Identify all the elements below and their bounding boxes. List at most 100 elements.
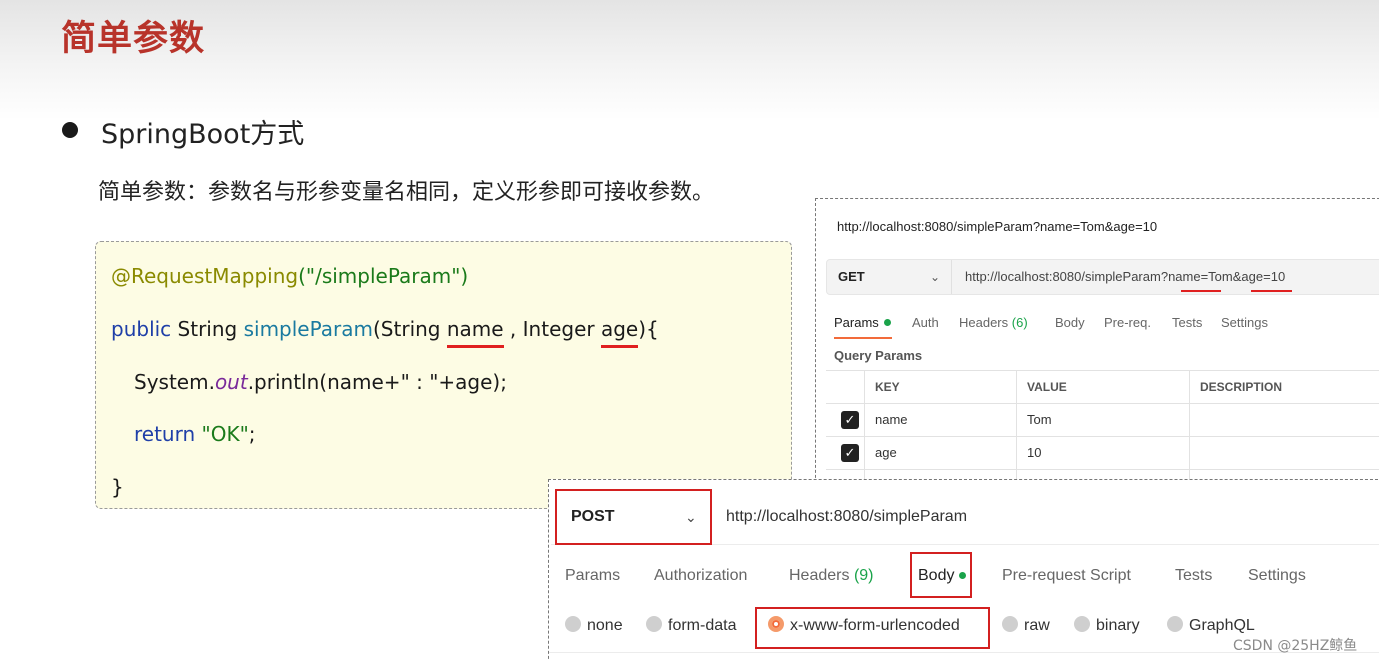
- bullet-dot: [62, 122, 78, 138]
- public-keyword: public: [111, 317, 172, 341]
- method-select[interactable]: POST ⌄: [555, 489, 712, 545]
- urlencoded-highlight: [755, 607, 990, 649]
- radio-circle-icon: [1074, 616, 1090, 632]
- description-text: 简单参数：参数名与形参变量名相同，定义形参即可接收参数。: [98, 180, 715, 205]
- tab-params-label: Params: [834, 315, 879, 330]
- url-age-underline: [1251, 290, 1292, 292]
- radio-label: binary: [1096, 617, 1140, 634]
- out-token: out: [214, 370, 248, 394]
- tab-headers-count: (9): [853, 567, 874, 584]
- tab-prerequest-script[interactable]: Pre-request Script: [1002, 567, 1131, 585]
- radio-label: form-data: [668, 617, 737, 634]
- post-url-row: POST ⌄ http://localhost:8080/simpleParam: [551, 485, 1379, 545]
- get-url-bar: GET ⌄ http://localhost:8080/simpleParam?…: [826, 259, 1379, 295]
- query-params-label: Query Params: [834, 348, 923, 363]
- tab-tests[interactable]: Tests: [1172, 315, 1202, 330]
- table-border: [1189, 370, 1190, 487]
- table-border: [826, 370, 1379, 371]
- table-border: [826, 469, 1379, 470]
- method-label: GET: [838, 269, 865, 284]
- url-name-underline: [1181, 290, 1221, 292]
- radio-circle-icon: [646, 616, 662, 632]
- tab-tests[interactable]: Tests: [1175, 567, 1212, 585]
- code-line-println: System.out.println(name+" : "+age);: [134, 370, 507, 394]
- radio-circle-icon: [1002, 616, 1018, 632]
- tab-settings[interactable]: Settings: [1248, 567, 1306, 585]
- system-token: System.: [134, 370, 215, 394]
- row-checkbox[interactable]: ✓: [841, 411, 859, 429]
- code-line-signature: public String simpleParam(String name , …: [111, 317, 659, 348]
- annotation-token: @RequestMapping: [111, 264, 299, 288]
- table-border: [864, 370, 865, 487]
- url-input[interactable]: http://localhost:8080/simpleParam?name=T…: [965, 260, 1285, 294]
- param-value[interactable]: Tom: [1027, 412, 1052, 427]
- bullet-heading: SpringBoot方式: [101, 119, 305, 150]
- tab-headers-label: Headers: [959, 315, 1009, 330]
- tab-params[interactable]: Params: [834, 315, 891, 330]
- tab-authorization[interactable]: Authorization: [654, 567, 747, 585]
- radio-circle-icon: [1167, 616, 1183, 632]
- method-label: POST: [571, 508, 615, 525]
- url-name-part: name: [1168, 269, 1201, 284]
- radio-binary[interactable]: binary: [1074, 616, 1140, 635]
- radio-label: raw: [1024, 617, 1050, 634]
- radio-label: none: [587, 617, 623, 634]
- active-tab-underline: [834, 337, 892, 339]
- table-border: [826, 403, 1379, 404]
- tab-body[interactable]: Body: [1055, 315, 1085, 330]
- tab-prereq[interactable]: Pre-req.: [1104, 315, 1151, 330]
- chevron-down-icon[interactable]: ⌄: [930, 260, 940, 294]
- active-dot-icon: [883, 319, 891, 326]
- chevron-down-icon: ⌄: [685, 509, 697, 525]
- method-name: simpleParam: [243, 317, 373, 341]
- return-value: "OK": [195, 422, 249, 446]
- url-base: http://localhost:8080/simpleParam?: [965, 269, 1169, 284]
- request-title: http://localhost:8080/simpleParam?name=T…: [837, 219, 1158, 234]
- param-value[interactable]: 10: [1027, 445, 1041, 460]
- println-rest: .println(name+" : "+age);: [247, 370, 507, 394]
- url-age-part: age: [1241, 269, 1264, 284]
- tab-params[interactable]: Params: [565, 567, 620, 585]
- param-age-highlight: age: [600, 317, 639, 348]
- code-line-return: return "OK";: [134, 422, 256, 446]
- radio-graphql[interactable]: GraphQL: [1167, 616, 1255, 635]
- return-keyword: return: [134, 422, 196, 446]
- url-end: =10: [1263, 269, 1286, 284]
- get-request-panel: http://localhost:8080/simpleParam?name=T…: [815, 198, 1379, 488]
- tab-headers-count: (6): [1011, 315, 1028, 330]
- table-border: [1016, 370, 1017, 487]
- signature-close: ){: [638, 317, 659, 341]
- signature-mid: , Integer: [503, 317, 601, 341]
- radio-circle-icon: [565, 616, 581, 632]
- row-checkbox[interactable]: ✓: [841, 444, 859, 462]
- annotation-args: ("/simpleParam"): [298, 264, 469, 288]
- radio-form-data[interactable]: form-data: [646, 616, 736, 635]
- header-band: [0, 0, 1379, 120]
- tab-headers[interactable]: Headers (6): [959, 315, 1028, 330]
- radio-label: GraphQL: [1189, 617, 1255, 634]
- tab-headers[interactable]: Headers (9): [789, 567, 874, 585]
- code-line-close-brace: }: [111, 475, 124, 499]
- tab-settings[interactable]: Settings: [1221, 315, 1268, 330]
- post-request-panel: POST ⌄ http://localhost:8080/simpleParam…: [548, 479, 1379, 660]
- tab-auth[interactable]: Auth: [912, 315, 939, 330]
- signature-open: (String: [373, 317, 447, 341]
- tab-headers-label: Headers: [789, 567, 850, 584]
- return-type: String: [171, 317, 244, 341]
- watermark: CSDN @25HZ鲸鱼: [1233, 638, 1358, 654]
- slide-title: 简单参数: [61, 19, 206, 59]
- url-input[interactable]: http://localhost:8080/simpleParam: [726, 485, 967, 549]
- param-name-highlight: name: [446, 317, 504, 348]
- column-header-value: VALUE: [1027, 380, 1067, 394]
- code-box: @RequestMapping("/simpleParam") public S…: [95, 241, 792, 509]
- column-header-description: DESCRIPTION: [1200, 380, 1283, 394]
- radio-raw[interactable]: raw: [1002, 616, 1050, 635]
- url-mid: =Tom&: [1200, 269, 1242, 284]
- table-border: [826, 436, 1379, 437]
- column-header-key: KEY: [875, 380, 900, 394]
- param-key[interactable]: name: [875, 412, 908, 427]
- param-key[interactable]: age: [875, 445, 897, 460]
- return-end: ;: [248, 422, 256, 446]
- radio-none[interactable]: none: [565, 616, 623, 635]
- code-line-annotation: @RequestMapping("/simpleParam"): [111, 264, 468, 288]
